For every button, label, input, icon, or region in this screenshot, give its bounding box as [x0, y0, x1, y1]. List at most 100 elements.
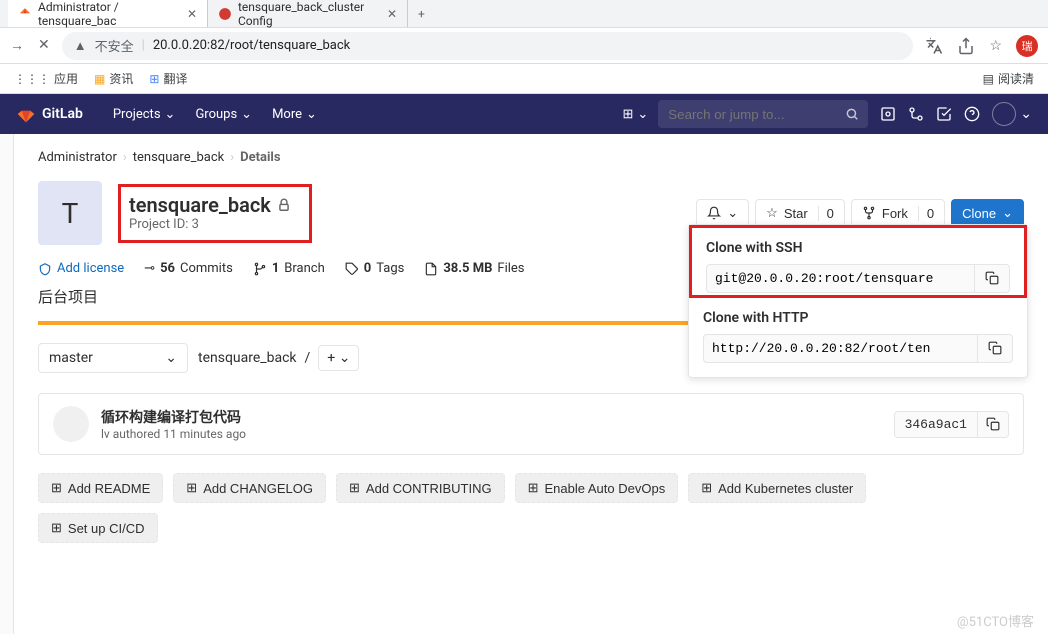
fork-count: 0 [918, 206, 934, 221]
help-icon[interactable] [964, 106, 980, 122]
last-commit: 循环构建编译打包代码 lv authored 11 minutes ago 34… [38, 393, 1024, 455]
news-icon: ▦ [94, 72, 105, 86]
add-file-button[interactable]: + ⌄ [318, 345, 359, 371]
clone-button[interactable]: Clone⌄ [951, 199, 1024, 227]
breadcrumb: Administrator › tensquare_back › Details [38, 150, 1024, 165]
breadcrumb-separator: › [123, 150, 127, 165]
add-license-link[interactable]: Add license [38, 261, 124, 276]
branch-name: master [49, 350, 93, 366]
clone-ssh-input[interactable] [706, 264, 975, 293]
project-suggestions: ⊞Add README ⊞Add CHANGELOG ⊞Add CONTRIBU… [38, 473, 1024, 503]
url-input[interactable]: ▲ 不安全 | 20.0.0.20:82/root/tensquare_back [62, 32, 914, 60]
search-icon [845, 107, 859, 121]
gitlab-navbar: GitLab Projects⌄ Groups⌄ More⌄ ⊞⌄ ⌄ [0, 94, 1048, 134]
translate-icon[interactable] [925, 37, 943, 55]
nav-plus-button[interactable]: ⊞⌄ [612, 107, 658, 122]
browser-tab-strip: Administrator / tensquare_bac ✕ tensquar… [0, 0, 1048, 28]
breadcrumb-current: Details [240, 150, 280, 165]
todos-icon[interactable] [936, 106, 952, 122]
bookmark-news[interactable]: ▦资讯 [94, 70, 133, 87]
gitlab-logo[interactable]: GitLab [16, 104, 83, 124]
reading-list-button[interactable]: ▤阅读清 [983, 70, 1034, 87]
copy-sha-button[interactable] [978, 411, 1009, 438]
tags-stat[interactable]: 0 Tags [345, 261, 405, 276]
clone-http-input[interactable] [703, 334, 978, 363]
nav-projects[interactable]: Projects⌄ [103, 107, 186, 122]
chevron-down-icon: ⌄ [1002, 205, 1013, 221]
storage-stat[interactable]: 38.5 MB Files [424, 261, 524, 276]
breadcrumb-project[interactable]: tensquare_back [133, 150, 224, 165]
enable-auto-devops-button[interactable]: ⊞Enable Auto DevOps [515, 473, 679, 503]
search-input[interactable] [668, 107, 845, 122]
chevron-down-icon: ⌄ [727, 205, 738, 221]
user-avatar[interactable]: 瑞 [1016, 35, 1038, 57]
user-menu[interactable]: ⌄ [992, 102, 1032, 126]
close-icon[interactable]: ✕ [187, 7, 197, 21]
tab-title: tensquare_back_cluster Config [238, 0, 381, 28]
plus-icon: ⊞ [51, 480, 62, 496]
star-icon[interactable]: ☆ [989, 38, 1002, 54]
left-sidebar-collapsed[interactable] [0, 134, 14, 634]
lock-icon [277, 198, 291, 212]
commits-stat[interactable]: ⊸56 Commits [144, 261, 233, 276]
plus-icon: ⊞ [51, 520, 62, 536]
browser-tab-1[interactable]: Administrator / tensquare_bac ✕ [8, 0, 208, 27]
add-contributing-button[interactable]: ⊞Add CONTRIBUTING [336, 473, 505, 503]
gitlab-icon [16, 104, 36, 124]
clone-http-section: Clone with HTTP [689, 298, 1027, 365]
project-id: Project ID: 3 [129, 217, 291, 232]
add-changelog-button[interactable]: ⊞Add CHANGELOG [173, 473, 326, 503]
branch-icon [253, 262, 267, 276]
star-button[interactable]: ☆Star0 [755, 199, 845, 227]
url-text: 20.0.0.20:82/root/tensquare_back [153, 38, 902, 53]
clone-ssh-section: Clone with SSH [689, 225, 1027, 298]
global-search[interactable] [658, 100, 868, 128]
breadcrumb-owner[interactable]: Administrator [38, 150, 117, 165]
copy-http-button[interactable] [978, 334, 1013, 363]
commit-message[interactable]: 循环构建编译打包代码 [101, 407, 882, 427]
commit-author-avatar [53, 406, 89, 442]
merge-requests-icon[interactable] [908, 106, 924, 122]
star-icon: ☆ [766, 205, 778, 221]
close-icon[interactable]: ✕ [387, 7, 397, 21]
apps-icon: ⋮⋮⋮ [14, 72, 50, 86]
browser-address-bar: → ✕ ▲ 不安全 | 20.0.0.20:82/root/tensquare_… [0, 28, 1048, 64]
apps-button[interactable]: ⋮⋮⋮应用 [14, 70, 78, 87]
issues-icon[interactable] [880, 106, 896, 122]
tab-favicon [18, 7, 32, 21]
new-tab-button[interactable]: + [408, 7, 435, 21]
copy-ssh-button[interactable] [975, 264, 1010, 293]
security-label: 不安全 [95, 36, 134, 55]
fork-button[interactable]: Fork0 [851, 199, 945, 227]
commit-sha[interactable]: 346a9ac1 [894, 411, 978, 438]
notification-button[interactable]: ⌄ [696, 199, 749, 227]
clone-ssh-label: Clone with SSH [706, 240, 1010, 256]
clone-http-label: Clone with HTTP [703, 310, 1013, 326]
project-title-highlight: tensquare_back Project ID: 3 [118, 184, 312, 243]
license-icon [38, 262, 52, 276]
add-readme-button[interactable]: ⊞Add README [38, 473, 163, 503]
nav-groups[interactable]: Groups⌄ [185, 107, 262, 122]
add-kubernetes-button[interactable]: ⊞Add Kubernetes cluster [688, 473, 866, 503]
chevron-down-icon: ⌄ [165, 107, 176, 122]
branches-stat[interactable]: 1 Branch [253, 261, 325, 276]
setup-cicd-button[interactable]: ⊞Set up CI/CD [38, 513, 158, 543]
nav-more[interactable]: More⌄ [262, 107, 327, 122]
gitlab-brand-text: GitLab [42, 106, 83, 122]
commit-icon: ⊸ [144, 261, 155, 276]
tab-favicon [218, 7, 232, 21]
share-icon[interactable] [957, 37, 975, 55]
plus-icon: ⊞ [186, 480, 197, 496]
forward-icon[interactable]: → [10, 37, 24, 54]
browser-tab-2[interactable]: tensquare_back_cluster Config ✕ [208, 0, 408, 27]
tab-title: Administrator / tensquare_bac [38, 0, 181, 28]
bookmark-translate[interactable]: ⊞翻译 [149, 70, 187, 87]
chevron-down-icon: ⌄ [339, 350, 351, 366]
branch-select[interactable]: master ⌄ [38, 343, 188, 373]
breadcrumb-path[interactable]: tensquare_back [198, 350, 297, 366]
list-icon: ▤ [983, 72, 994, 86]
stop-icon[interactable]: ✕ [38, 37, 50, 54]
project-suggestions-row2: ⊞Set up CI/CD [38, 513, 1024, 543]
commit-meta: lv authored 11 minutes ago [101, 427, 882, 441]
project-name: tensquare_back [129, 193, 271, 217]
